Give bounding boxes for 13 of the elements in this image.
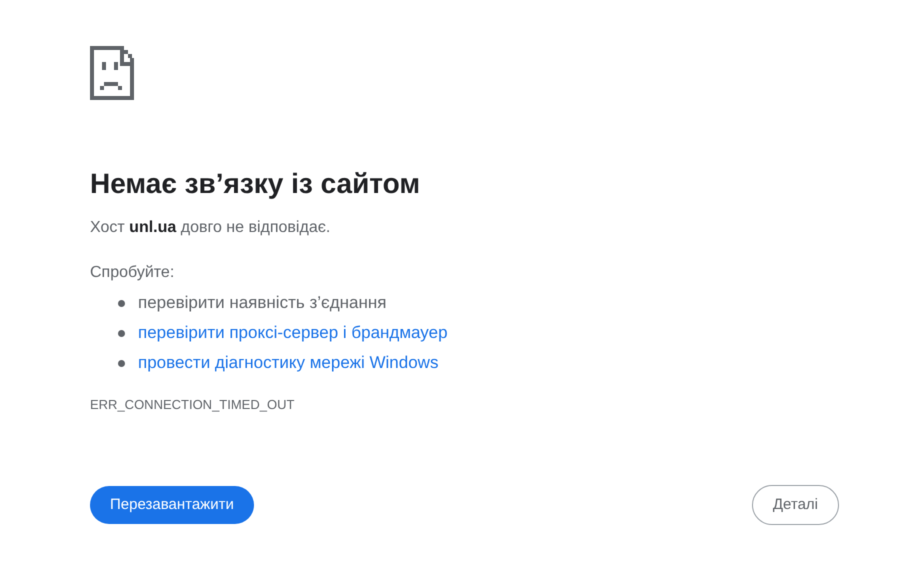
- suggestion-link[interactable]: провести діагностику мережі Windows: [138, 350, 438, 376]
- error-message: Хост unl.ua довго не відповідає.: [90, 218, 332, 238]
- suggestions-title: Спробуйте:: [90, 263, 176, 283]
- sad-page-icon: [90, 46, 134, 100]
- suggestion-link[interactable]: перевірити проксі-сервер і брандмауер: [138, 320, 448, 346]
- bullet-icon: [118, 300, 125, 306]
- reload-button[interactable]: Перезавантажити: [90, 486, 254, 524]
- error-code: ERR_CONNECTION_TIMED_OUT: [90, 397, 296, 413]
- suggestion-text: перевірити наявність з’єднання: [138, 292, 386, 314]
- bullet-icon: [118, 360, 125, 366]
- details-button[interactable]: Деталі: [752, 485, 839, 525]
- bullet-icon: [118, 330, 125, 336]
- error-heading: Немає зв’язку із сайтом: [90, 167, 422, 201]
